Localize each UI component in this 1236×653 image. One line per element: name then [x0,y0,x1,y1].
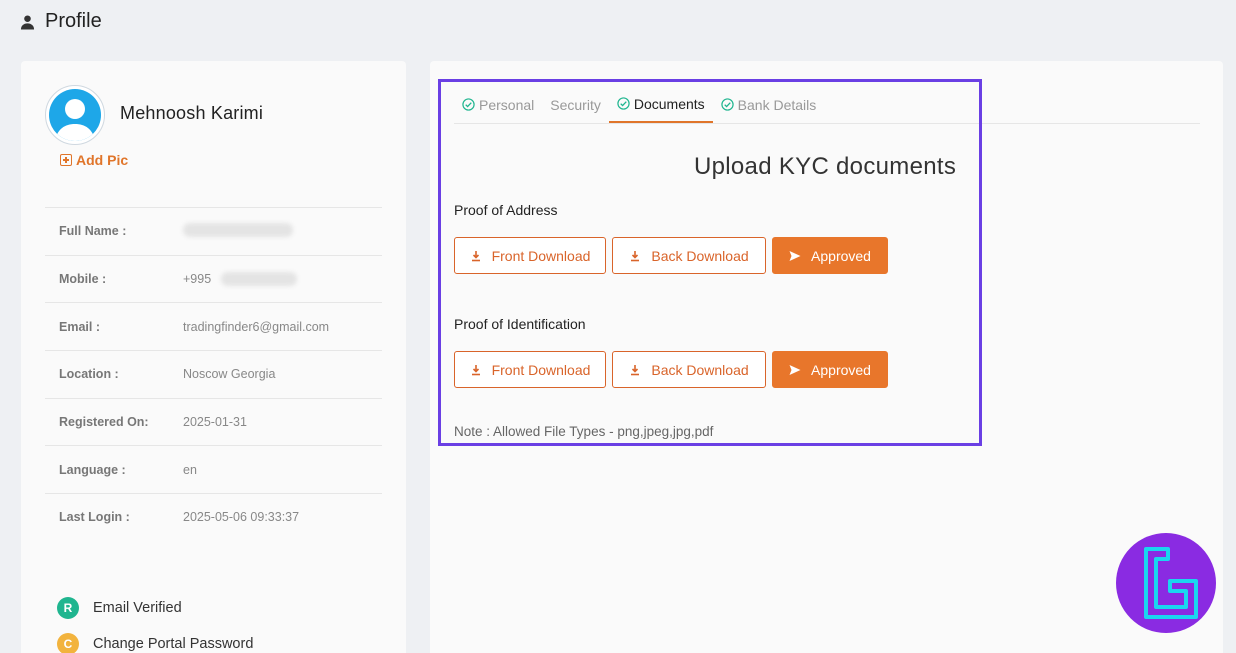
info-value-redacted [183,222,293,240]
email-verified-item[interactable]: R Email Verified [57,590,253,626]
info-label: Location : [59,367,119,382]
info-value: 2025-05-06 09:33:37 [183,510,300,525]
status-badge: R [57,597,79,619]
info-label: Email : [59,319,100,334]
profile-info-table: Full Name : Mobile : +995 Email : tradin… [45,207,382,541]
status-list: R Email Verified C Change Portal Passwor… [57,590,253,653]
info-row-last-login: Last Login : 2025-05-06 09:33:37 [45,493,382,541]
status-badge: C [57,633,79,653]
info-value: tradingfinder6@gmail.com [183,319,330,334]
info-value: +995 [183,272,297,287]
info-row-mobile: Mobile : +995 [45,254,382,303]
page-header: Profile [20,10,102,33]
plus-square-icon [60,154,72,166]
user-icon [20,14,35,29]
info-row-registered: Registered On: 2025-01-31 [45,397,382,446]
info-row-language: Language : en [45,445,382,493]
highlight-box [438,79,982,446]
profile-name: Mehnoosh Karimi [120,103,264,123]
add-pic-label: Add Pic [76,152,129,168]
change-password-item[interactable]: C Change Portal Password [57,626,253,653]
status-label: Change Portal Password [93,636,254,652]
info-label: Registered On: [59,415,149,430]
info-row-location: Location : Noscow Georgia [45,350,382,398]
info-row-full-name: Full Name : [45,207,382,255]
page-title: Profile [45,10,102,32]
profile-card: Mehnoosh Karimi Add Pic Full Name : Mobi… [21,61,406,653]
avatar[interactable] [45,85,105,145]
status-label: Email Verified [93,600,182,616]
info-row-email: Email : tradingfinder6@gmail.com [45,302,382,350]
info-value: en [183,462,197,477]
avatar-placeholder-icon [49,89,101,141]
info-label: Full Name : [59,224,127,239]
info-label: Last Login : [59,510,130,525]
info-value: 2025-01-31 [183,415,247,430]
info-label: Language : [59,462,126,477]
brand-logo [1116,533,1216,633]
add-pic-button[interactable]: Add Pic [60,152,128,168]
info-value: Noscow Georgia [183,367,276,382]
info-label: Mobile : [59,272,107,287]
